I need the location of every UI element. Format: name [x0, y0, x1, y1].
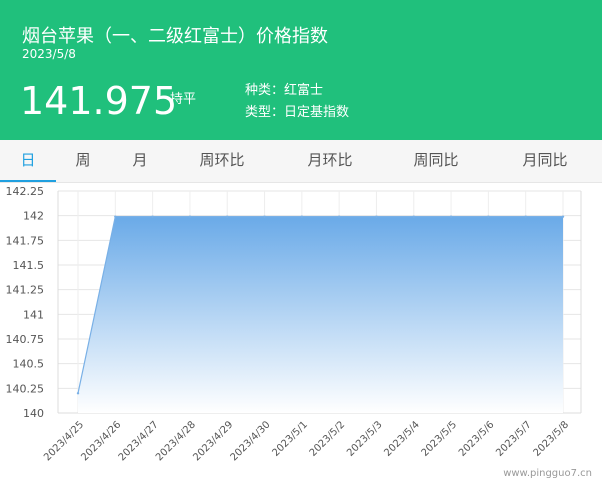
data-point	[375, 215, 377, 217]
data-point	[189, 215, 191, 217]
x-tick-label: 2023/5/5	[420, 419, 460, 459]
data-point	[450, 215, 452, 217]
tab-month[interactable]: 月	[118, 140, 162, 180]
tab-week-over-week[interactable]: 周环比	[192, 140, 252, 180]
tab-day[interactable]: 日	[0, 140, 56, 182]
x-tick-label: 2023/5/7	[494, 419, 534, 459]
y-tick-label: 141	[23, 308, 44, 321]
tab-week[interactable]: 周	[60, 140, 106, 180]
data-point	[338, 215, 340, 217]
status-label: 持平	[170, 88, 196, 107]
data-point	[524, 215, 526, 217]
y-tick-label: 141.75	[6, 234, 45, 247]
tab-month-yoy[interactable]: 月同比	[515, 140, 575, 180]
data-point	[263, 215, 265, 217]
data-point	[77, 392, 79, 394]
header: 烟台苹果（一、二级红富士）价格指数 2023/5/8 141.975 持平 种类…	[0, 0, 602, 140]
y-tick-label: 142.25	[6, 185, 45, 198]
chart-area: 140 140.25 140.5 140.75 141 141.25 141.5 141.75…	[0, 184, 602, 487]
y-tick-label: 140.75	[6, 333, 45, 346]
x-tick-label: 2023/5/4	[382, 419, 422, 459]
type-label: 类型：日定基指数	[245, 101, 349, 120]
data-point	[114, 215, 116, 217]
data-point	[413, 215, 415, 217]
y-tick-label: 140	[23, 407, 44, 420]
x-tick-label: 2023/5/3	[345, 419, 385, 459]
y-tick-label: 142	[23, 210, 44, 223]
y-tick-label: 141.25	[6, 284, 45, 297]
data-point	[487, 215, 489, 217]
tab-month-over-month[interactable]: 月环比	[300, 140, 360, 180]
area-fill	[78, 217, 563, 413]
variety-label: 种类：红富士	[245, 79, 323, 98]
x-tick-label: 2023/5/2	[308, 419, 348, 459]
watermark: www.pingguo7.cn	[503, 468, 592, 479]
x-tick-label: 2023/5/6	[457, 419, 497, 459]
price-value: 141.975	[20, 82, 177, 120]
data-point	[301, 215, 303, 217]
x-tick-label: 2023/4/30	[229, 419, 273, 463]
data-point	[151, 215, 153, 217]
y-tick-label: 140.5	[13, 358, 45, 371]
data-point	[226, 215, 228, 217]
page-title: 烟台苹果（一、二级红富士）价格指数	[22, 22, 328, 48]
y-tick-label: 141.5	[13, 259, 45, 272]
period-tabs: 日 周 月 周环比 月环比 周同比 月同比	[0, 140, 602, 183]
tab-week-yoy[interactable]: 周同比	[406, 140, 466, 180]
data-point	[562, 215, 564, 217]
y-tick-label: 140.25	[6, 382, 45, 395]
price-chart: 140 140.25 140.5 140.75 141 141.25 141.5 141.75…	[0, 184, 602, 487]
x-tick-label: 2023/5/8	[532, 419, 572, 459]
x-tick-label: 2023/5/1	[270, 419, 310, 459]
date-label: 2023/5/8	[22, 47, 76, 61]
